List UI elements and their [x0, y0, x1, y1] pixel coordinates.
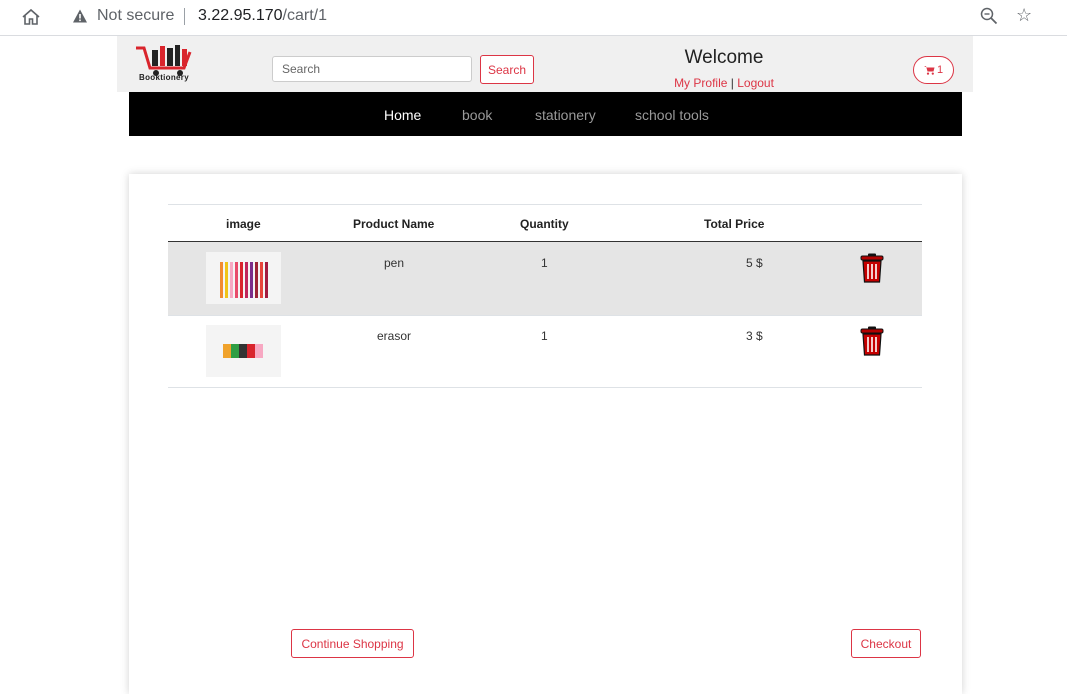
row-divider — [168, 387, 922, 388]
trash-icon[interactable] — [860, 253, 884, 283]
url-path: /cart/1 — [282, 7, 327, 24]
nav-stationery[interactable]: stationery — [535, 107, 596, 123]
trash-icon[interactable] — [860, 326, 884, 356]
nav-school-tools[interactable]: school tools — [635, 107, 709, 123]
table-row — [168, 242, 922, 315]
product-image-erasor — [206, 325, 281, 377]
product-total: 5 $ — [746, 256, 763, 270]
security-label: Not secure — [97, 7, 175, 24]
url-text[interactable]: 3.22.95.170/cart/1 — [198, 7, 327, 25]
column-total-price: Total Price — [704, 217, 765, 231]
warning-icon[interactable] — [72, 8, 88, 24]
browser-toolbar: Not secure 3.22.95.170/cart/1 ☆ ⋮ — [0, 0, 1067, 36]
column-product-name: Product Name — [353, 217, 435, 231]
product-quantity: 1 — [541, 256, 548, 270]
product-quantity: 1 — [541, 329, 548, 343]
logo-text: Booktionery — [139, 73, 189, 82]
search-input[interactable] — [272, 56, 472, 82]
table-top-rule — [168, 204, 922, 205]
home-icon[interactable] — [20, 7, 42, 27]
site-header — [117, 36, 973, 92]
link-separator: | — [730, 76, 734, 90]
more-icon[interactable]: ⋮ — [1063, 10, 1067, 27]
welcome-heading: Welcome — [684, 47, 764, 68]
column-image: image — [226, 217, 261, 231]
nav-book[interactable]: book — [462, 107, 492, 123]
url-host: 3.22.95.170 — [198, 7, 283, 24]
profile-links: My Profile | Logout — [624, 76, 824, 90]
zoom-icon[interactable] — [980, 7, 998, 25]
checkout-button[interactable]: Checkout — [851, 629, 921, 658]
nav-home[interactable]: Home — [384, 107, 421, 123]
search-button[interactable]: Search — [480, 55, 534, 84]
star-icon[interactable]: ☆ — [1016, 6, 1032, 24]
logout-link[interactable]: Logout — [737, 76, 774, 90]
continue-shopping-button[interactable]: Continue Shopping — [291, 629, 414, 658]
cart-button[interactable]: 1 — [913, 56, 954, 84]
product-image-pen — [206, 252, 281, 304]
my-profile-link[interactable]: My Profile — [674, 76, 727, 90]
product-name: erasor — [377, 329, 412, 343]
product-total: 3 $ — [746, 329, 763, 343]
row-divider — [168, 315, 922, 316]
column-quantity: Quantity — [520, 217, 569, 231]
address-separator — [184, 8, 185, 25]
product-name: pen — [384, 256, 405, 270]
cart-count: 1 — [937, 64, 944, 76]
cart-icon — [924, 66, 935, 75]
